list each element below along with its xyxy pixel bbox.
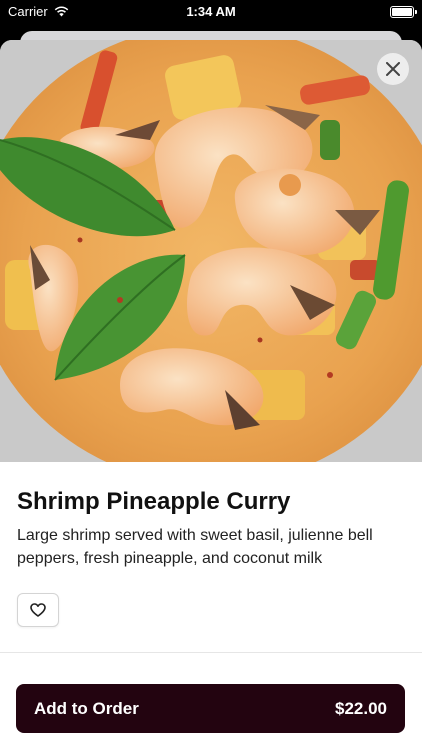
item-description: Large shrimp served with sweet basil, ju… bbox=[17, 527, 373, 567]
favorite-button[interactable] bbox=[17, 593, 59, 627]
add-to-order-label: Add to Order bbox=[34, 698, 139, 718]
close-button[interactable] bbox=[377, 53, 409, 85]
status-bar: Carrier 1:34 AM bbox=[0, 0, 422, 24]
item-title: Shrimp Pineapple Curry bbox=[17, 488, 291, 515]
dish-photo bbox=[0, 40, 422, 462]
status-time: 1:34 AM bbox=[186, 4, 236, 19]
item-detail-modal: Shrimp Pineapple Curry Large shrimp serv… bbox=[0, 40, 422, 750]
add-to-order-button[interactable]: Add to Order $22.00 bbox=[16, 684, 405, 733]
divider bbox=[0, 652, 422, 653]
item-price: $22.00 bbox=[335, 698, 387, 718]
battery-icon bbox=[390, 6, 417, 18]
heart-icon bbox=[30, 603, 46, 617]
close-icon bbox=[386, 62, 400, 76]
